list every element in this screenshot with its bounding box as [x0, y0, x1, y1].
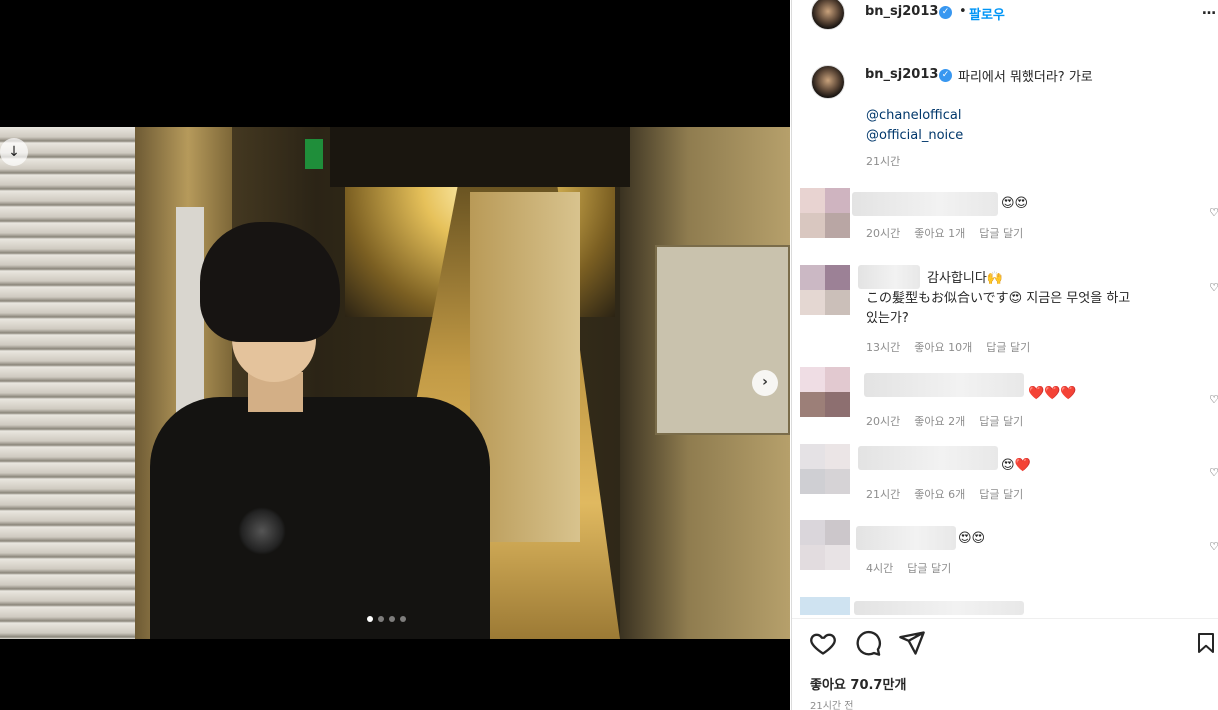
comment-text: 😍😍 — [1001, 196, 1029, 211]
comment-likes[interactable]: 좋아요 10개 — [914, 341, 972, 354]
reply-button[interactable]: 답글 달기 — [979, 488, 1023, 501]
caption-text: 파리에서 뭐했더라? 가로 — [958, 70, 1093, 85]
paper-plane-icon[interactable] — [898, 629, 926, 657]
reply-button[interactable]: 답글 달기 — [986, 341, 1030, 354]
comment-item: 😍😍 20시간 좋아요 1개 답글 달기 ♡ — [800, 188, 1218, 248]
verified-badge-icon: ✓ — [939, 69, 952, 82]
comment-like-heart-icon[interactable]: ♡ — [1209, 206, 1218, 219]
comment-likes[interactable]: 좋아요 6개 — [914, 488, 965, 501]
commenter-avatar[interactable] — [800, 520, 850, 570]
commenter-username-blurred[interactable] — [856, 526, 956, 550]
reply-button[interactable]: 답글 달기 — [979, 415, 1023, 428]
comment-item: 😍❤️ 21시간 좋아요 6개 답글 달기 ♡ — [800, 444, 1218, 504]
post-action-bar — [792, 618, 1218, 668]
photo-person — [150, 222, 490, 639]
commenter-avatar[interactable] — [800, 188, 850, 238]
comment-item: 😍😍 4시간 답글 달기 ♡ — [800, 520, 1218, 580]
caption-mention[interactable]: @official_noice — [866, 128, 963, 143]
commenter-username-blurred[interactable] — [864, 373, 1024, 397]
photo-window-blinds — [0, 127, 135, 639]
comment-meta: 20시간 좋아요 1개 답글 달기 — [866, 225, 1037, 241]
photo-exit-sign — [305, 139, 323, 169]
commenter-username-blurred[interactable] — [858, 446, 998, 470]
comment-text: ❤️❤️❤️ — [1028, 386, 1077, 401]
heart-outline-icon[interactable] — [809, 629, 837, 657]
reply-button[interactable]: 답글 달기 — [979, 227, 1023, 240]
download-arrow-icon[interactable]: ↓ — [0, 138, 28, 166]
post-side-panel: bn_sj2013 ✓ • 팔로우 … bn_sj2013 ✓ 파리에서 뭐했더… — [791, 0, 1218, 710]
post-header: bn_sj2013 ✓ • 팔로우 … — [792, 0, 1218, 30]
carousel-dot[interactable] — [400, 616, 406, 622]
comment-meta: 4시간 답글 달기 — [866, 560, 965, 576]
carousel-dot[interactable] — [378, 616, 384, 622]
comment-time: 20시간 — [866, 227, 901, 240]
commenter-avatar[interactable] — [800, 597, 850, 615]
comment-item: 감사합니다🙌 この髪型もお似合いです😍 지금은 무엇을 하고 있는가? 13시간… — [800, 265, 1218, 355]
commenter-avatar[interactable] — [800, 265, 850, 315]
comment-item-partial — [800, 597, 1218, 615]
comment-meta: 21시간 좋아요 6개 답글 달기 — [866, 486, 1037, 502]
post-photo[interactable] — [0, 127, 790, 639]
caption-time: 21시간 — [866, 155, 901, 168]
author-avatar[interactable] — [811, 0, 845, 30]
author-username[interactable]: bn_sj2013 — [865, 4, 938, 19]
carousel-dot[interactable] — [389, 616, 395, 622]
commenter-avatar[interactable] — [800, 444, 850, 494]
comment-time: 13시간 — [866, 341, 901, 354]
comment-text-line: 있는가? — [866, 311, 909, 326]
carousel-next-button[interactable]: › — [752, 370, 778, 396]
more-options-icon[interactable]: … — [1202, 2, 1217, 18]
bookmark-icon[interactable] — [1194, 629, 1218, 657]
comment-like-heart-icon[interactable]: ♡ — [1209, 540, 1218, 553]
comment-like-heart-icon[interactable]: ♡ — [1209, 393, 1218, 406]
caption-author-avatar[interactable] — [811, 65, 845, 99]
comment-text: 😍❤️ — [1001, 458, 1031, 473]
person-brooch — [238, 507, 286, 555]
follow-button[interactable]: 팔로우 — [969, 4, 1005, 23]
post-timestamp: 21시간 전 — [810, 701, 854, 710]
person-hair — [200, 222, 340, 342]
comment-time: 4시간 — [866, 562, 894, 575]
photo-ceiling — [330, 127, 630, 187]
likes-count[interactable]: 좋아요 70.7만개 — [810, 674, 906, 693]
chevron-right-icon: › — [762, 374, 768, 390]
header-separator: • — [959, 4, 967, 19]
comment-meta: 13시간 좋아요 10개 답글 달기 — [866, 339, 1044, 355]
comment-text-line: この髪型もお似合いです😍 지금은 무엇을 하고 — [866, 291, 1131, 306]
comment-likes[interactable]: 좋아요 2개 — [914, 415, 965, 428]
caption-username[interactable]: bn_sj2013 — [865, 67, 938, 82]
verified-badge-icon: ✓ — [939, 6, 952, 19]
carousel-dots — [367, 616, 406, 622]
comment-item: ❤️❤️❤️ 20시간 좋아요 2개 답글 달기 ♡ — [800, 367, 1218, 429]
carousel-dot[interactable] — [367, 616, 373, 622]
person-jacket — [150, 397, 490, 639]
comment-bubble-icon[interactable] — [854, 629, 882, 657]
commenter-username-blurred[interactable] — [854, 601, 1024, 615]
comment-time: 20시간 — [866, 415, 901, 428]
commenter-avatar[interactable] — [800, 367, 850, 417]
comment-meta: 20시간 좋아요 2개 답글 달기 — [866, 413, 1037, 429]
comment-likes[interactable]: 좋아요 1개 — [914, 227, 965, 240]
commenter-username-blurred[interactable] — [858, 265, 920, 289]
post-media-area: ↓ › — [0, 0, 790, 710]
photo-wall-panel — [655, 245, 790, 435]
caption-mention[interactable]: @chaneloffical — [866, 108, 961, 123]
comment-text-line: 감사합니다🙌 — [927, 271, 1003, 286]
reply-button[interactable]: 답글 달기 — [907, 562, 951, 575]
comment-like-heart-icon[interactable]: ♡ — [1209, 281, 1218, 294]
commenter-username-blurred[interactable] — [852, 192, 998, 216]
comment-text: 😍😍 — [958, 531, 986, 546]
comment-like-heart-icon[interactable]: ♡ — [1209, 466, 1218, 479]
comment-time: 21시간 — [866, 488, 901, 501]
